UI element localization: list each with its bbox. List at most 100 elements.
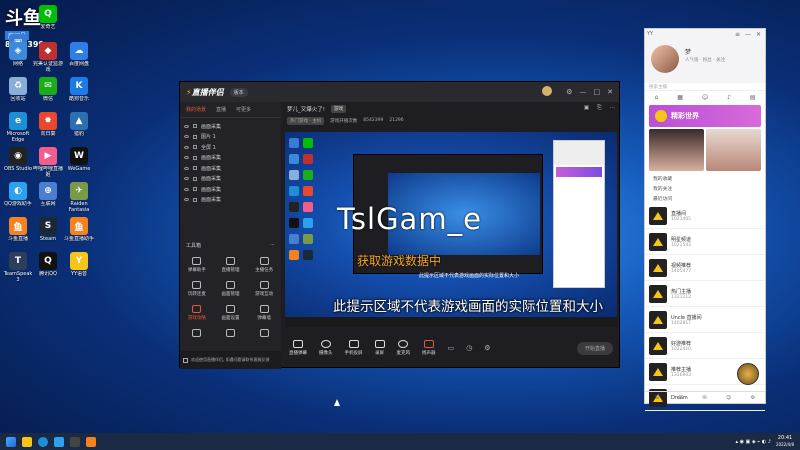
lock-icon[interactable] (193, 134, 197, 139)
home-icon[interactable]: ⌂ (654, 94, 658, 101)
channel-list-item[interactable]: 明星频道 1021543 (645, 229, 765, 255)
taskbar-edge[interactable] (38, 436, 48, 447)
share-icon[interactable]: ⎘ (597, 105, 601, 112)
settings-icon[interactable]: ⚙ (751, 395, 755, 401)
game-icon[interactable]: ▦ (677, 94, 683, 101)
desktop-icon[interactable]: ✉ 微信 (33, 77, 63, 102)
desktop-icon[interactable]: ☁ 百度网盘 (64, 42, 94, 67)
panel-close-button[interactable]: ✕ (756, 31, 761, 38)
visibility-icon[interactable] (184, 198, 189, 202)
desktop-icon[interactable]: T TeamSpeak 3 (3, 252, 33, 283)
mic-button[interactable]: 麦克风 (397, 340, 410, 356)
tool-item[interactable]: 画面设置 (214, 305, 248, 321)
panel-search[interactable]: 搜索主播 (645, 83, 765, 91)
user-avatar[interactable] (651, 45, 679, 73)
taskbar-live-companion[interactable] (86, 436, 96, 447)
visibility-icon[interactable] (184, 135, 189, 139)
phone-cast-button[interactable]: 手机投屏 (345, 340, 363, 356)
scene-item[interactable]: 画面采集 (180, 153, 281, 164)
visibility-icon[interactable] (184, 145, 189, 149)
version-badge[interactable]: 版本 (229, 87, 248, 97)
face-icon[interactable]: ☺ (726, 395, 731, 401)
tab-my-scenes[interactable]: 我的场景 (186, 106, 206, 113)
panel-minimize-button[interactable]: — (745, 31, 751, 38)
taskbar-app[interactable] (70, 436, 80, 447)
lock-icon[interactable] (193, 145, 197, 150)
tool-item[interactable]: 主播任务 (247, 257, 281, 273)
tool-item[interactable]: 弹幕墙 (247, 305, 281, 321)
music-icon[interactable]: ♪ (727, 94, 731, 101)
desktop-icon[interactable]: ◆ 完美认证监游戏 (33, 42, 63, 73)
desktop-icon[interactable]: ♻ 回收站 (3, 77, 33, 102)
scene-item[interactable]: 画面采集 (180, 184, 281, 195)
start-live-button[interactable]: 开始直播 (576, 341, 613, 355)
tool-item[interactable]: 直播管理 (214, 257, 248, 273)
desktop-icon[interactable]: 鱼斗鱼直播助手 (64, 217, 94, 242)
desktop-icon[interactable]: ◈ 网络 (3, 42, 33, 67)
more-icon[interactable]: ⋯ (270, 242, 275, 249)
record-button[interactable]: 录屏 (374, 340, 385, 356)
tool-item[interactable] (247, 329, 281, 339)
settings-icon[interactable]: ⚙ (566, 88, 572, 96)
avatar[interactable] (542, 86, 553, 98)
desktop-icon[interactable]: K 酷狗音乐 (64, 77, 94, 102)
scene-item[interactable]: 画面采集 (180, 163, 281, 174)
tool-item[interactable]: 弹幕助手 (180, 257, 214, 273)
channel-list-item[interactable]: Uncle 直播间 1402817 (645, 307, 765, 333)
desktop-icon[interactable]: ▲ 猎豹 (64, 112, 94, 137)
tab-more[interactable]: 可更多 (236, 106, 251, 113)
desktop-icon[interactable]: Q 爱奇艺 (33, 5, 63, 30)
desktop-icon[interactable]: W WeGame (64, 147, 94, 172)
camera-button[interactable]: 摄像头 (319, 340, 333, 356)
channel-tag[interactable]: 游戏 (330, 104, 346, 113)
scene-item[interactable]: 画面采集 (180, 195, 281, 206)
scene-item[interactable]: 画面采集 (180, 174, 281, 185)
link-recent[interactable]: 最近访问 (645, 193, 765, 203)
danmu-button[interactable]: 直播弹幕 (289, 340, 307, 356)
apps-icon[interactable]: ☷ (679, 395, 683, 401)
desktop-icon[interactable]: ⊕ 互联网 (33, 182, 63, 207)
desktop-icon[interactable]: S Steam (33, 217, 63, 242)
minimize-button[interactable]: — (580, 88, 587, 96)
channel-list-item[interactable]: 热门主播 1321212 (645, 281, 765, 307)
photo-thumb[interactable] (706, 129, 761, 171)
lock-icon[interactable] (193, 166, 197, 171)
tool-item[interactable]: 玩转连麦 (180, 281, 214, 297)
desktop-icon[interactable]: 鱼斗鱼直播 (3, 217, 33, 242)
visibility-icon[interactable] (184, 177, 189, 181)
featured-banner[interactable]: 精彩世界 (649, 105, 761, 127)
channel-list-item[interactable]: 视频推荐 1405477 (645, 255, 765, 281)
visibility-icon[interactable] (184, 124, 189, 128)
maximize-button[interactable]: □ (594, 88, 601, 96)
desktop-icon[interactable]: ▶ 哔哩哔哩直播姬 (33, 147, 63, 178)
clock-icon[interactable]: ◷ (466, 344, 472, 352)
tool-item[interactable]: 游戏互动 (247, 281, 281, 297)
tool-item[interactable]: 画面管理 (214, 281, 248, 297)
desktop-icon[interactable]: ✸ 向日葵 (33, 112, 63, 137)
close-button[interactable]: ✕ (607, 88, 613, 96)
lock-icon[interactable] (193, 197, 197, 202)
live-companion-window[interactable]: ⚡直播伴侣 版本 ⚙ — □ ✕ 我的场景 直播 可更多 画面采集 图片 1 全屏 … (179, 81, 620, 369)
tab-live[interactable]: 直播 (216, 106, 226, 113)
link-favorites[interactable]: 我的收藏 (645, 173, 765, 183)
channel-list-item[interactable]: 直播间 1021405 (645, 203, 765, 229)
gift-icon[interactable]: ▣ (584, 105, 589, 112)
taskbar-explorer[interactable] (22, 436, 32, 447)
list-icon[interactable]: ☰ (655, 395, 659, 401)
lock-icon[interactable] (193, 176, 197, 181)
start-button[interactable] (6, 436, 16, 447)
menu-icon[interactable]: ⋯ (610, 105, 616, 112)
channel-list-item[interactable]: 好游推荐 1022410 (645, 333, 765, 359)
footer-text[interactable]: 欢迎使用直播伴侣, 如遇问题请联系客服反馈 (191, 357, 270, 363)
right-panel[interactable]: YY ≡ — ✕ 梦 人气值 · 粉丝 · 关注 搜索主播 ⌂ ▦ ☺ ♪ ▤ … (644, 28, 766, 411)
user-icon[interactable]: ☺ (702, 94, 708, 101)
lock-icon[interactable] (193, 155, 197, 160)
category[interactable]: 热门游戏 · 主机 (287, 116, 325, 125)
desktop-icon[interactable]: ◐ QQ游戏助手 (3, 182, 33, 207)
visibility-icon[interactable] (184, 156, 189, 160)
visibility-icon[interactable] (184, 187, 189, 191)
desktop-icon[interactable]: ◉ OBS Studio (3, 147, 33, 172)
link-follows[interactable]: 我的关注 (645, 183, 765, 193)
desktop-icon[interactable]: Y YY语音 (64, 252, 94, 277)
camera-toggle-icon[interactable]: ▭ (448, 344, 455, 352)
